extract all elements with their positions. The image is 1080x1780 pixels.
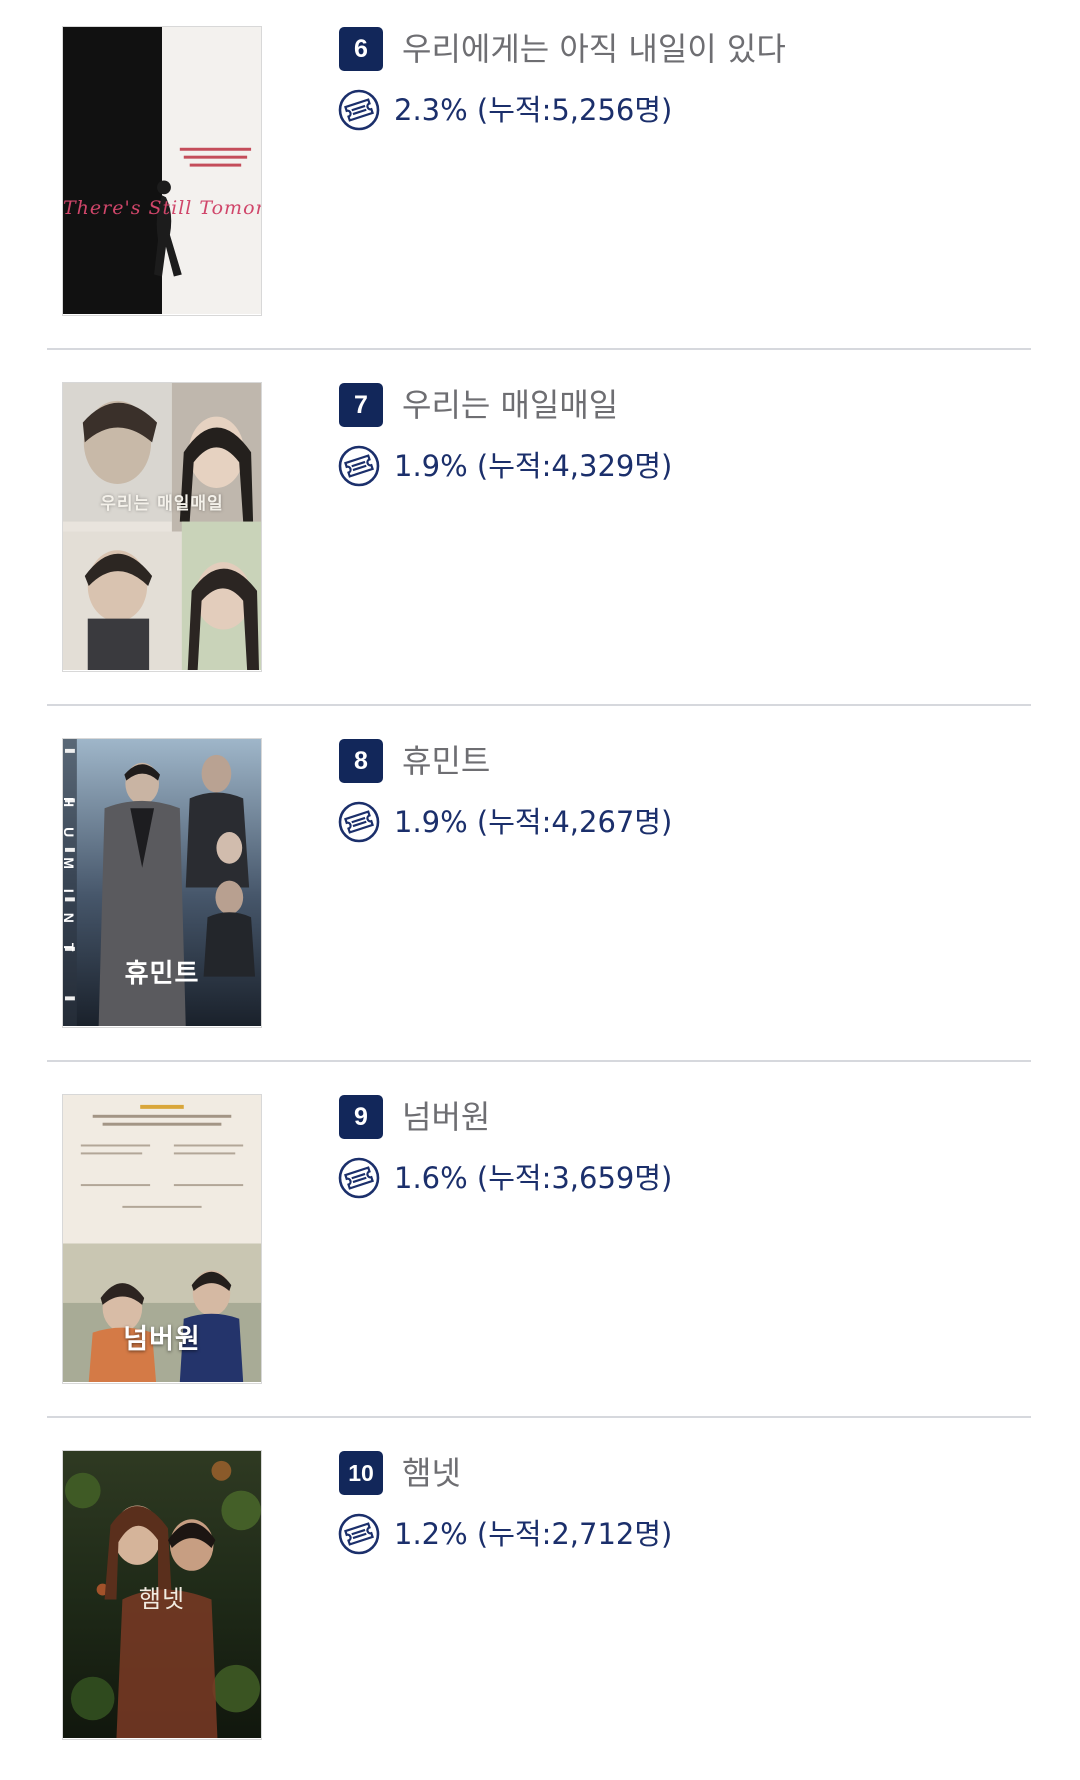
row-divider	[47, 704, 1031, 706]
movie-title[interactable]: 휴민트	[402, 739, 490, 783]
poster-side-text: HUMINT	[62, 796, 77, 972]
movie-title[interactable]: 우리는 매일매일	[402, 383, 618, 427]
rank-badge: 10	[339, 1451, 383, 1495]
rank-badge: 8	[339, 739, 383, 783]
ticket-icon	[338, 801, 380, 843]
ticket-icon	[338, 1157, 380, 1199]
poster-title: 넘버원	[123, 1324, 201, 1355]
audience-share-stat: 1.2% (누적:2,712명)	[394, 1517, 673, 1551]
poster-title: 우리는 매일매일	[100, 494, 224, 514]
movie-poster[interactable]: 우리는 매일매일	[62, 382, 262, 672]
poster-title: There's Still Tomorrow	[63, 197, 261, 219]
movie-row[interactable]: 우리는 매일매일 7 우리는 매일매일 1.9% (누적:4,329명)	[0, 356, 1080, 712]
audience-share-stat: 1.9% (누적:4,267명)	[394, 805, 673, 839]
movie-row[interactable]: 휴민트 HUMINT 8 휴민트 1.9% (누적:4,267명)	[0, 712, 1080, 1068]
movie-row[interactable]: 햄넷 10 햄넷 1.2% (누적:2,712명)	[0, 1424, 1080, 1780]
audience-share-stat: 1.9% (누적:4,329명)	[394, 449, 673, 483]
poster-art	[63, 383, 261, 671]
audience-share-stat: 2.3% (누적:5,256명)	[394, 93, 673, 127]
poster-title: 휴민트	[124, 959, 200, 989]
movie-row[interactable]: There's Still Tomorrow 6 우리에게는 아직 내일이 있다…	[0, 0, 1080, 356]
movie-title[interactable]: 햄넷	[402, 1451, 461, 1495]
box-office-ranking-list: There's Still Tomorrow 6 우리에게는 아직 내일이 있다…	[0, 0, 1080, 1780]
rank-badge: 9	[339, 1095, 383, 1139]
movie-poster[interactable]: There's Still Tomorrow	[62, 26, 262, 316]
ticket-icon	[338, 1513, 380, 1555]
row-divider	[47, 1416, 1031, 1418]
poster-art	[63, 27, 261, 315]
audience-share-stat: 1.6% (누적:3,659명)	[394, 1161, 673, 1195]
ticket-icon	[338, 445, 380, 487]
poster-title: 햄넷	[138, 1585, 186, 1613]
rank-badge: 7	[339, 383, 383, 427]
row-divider	[47, 1060, 1031, 1062]
movie-title[interactable]: 넘버원	[402, 1095, 490, 1139]
row-divider	[47, 348, 1031, 350]
movie-poster[interactable]: 햄넷	[62, 1450, 262, 1740]
movie-poster[interactable]: 휴민트 HUMINT	[62, 738, 262, 1028]
movie-title[interactable]: 우리에게는 아직 내일이 있다	[402, 27, 786, 71]
movie-row[interactable]: 넘버원 9 넘버원 1.6% (누적:3,659명)	[0, 1068, 1080, 1424]
rank-badge: 6	[339, 27, 383, 71]
movie-poster[interactable]: 넘버원	[62, 1094, 262, 1384]
ticket-icon	[338, 89, 380, 131]
